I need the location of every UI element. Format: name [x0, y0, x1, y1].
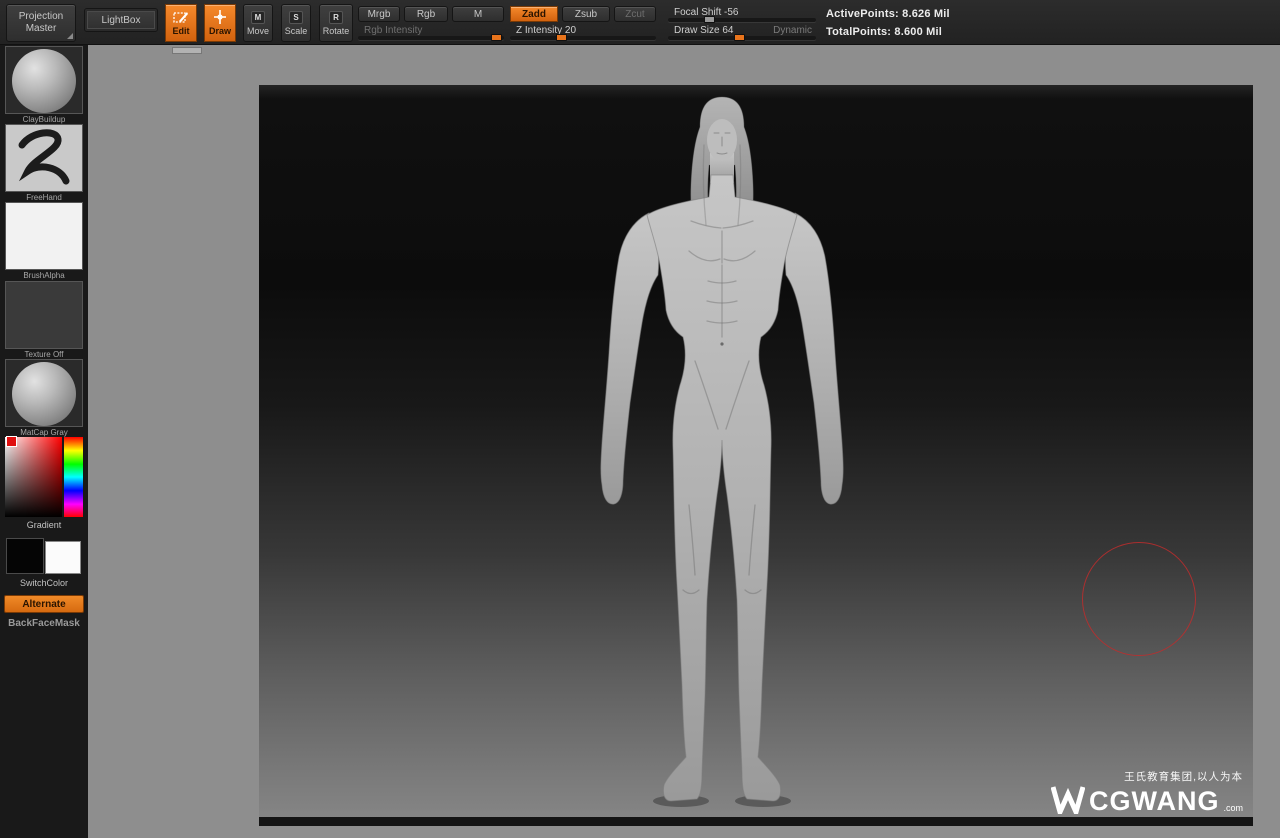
focal-shift-slider[interactable]: Focal Shift -56: [668, 6, 816, 23]
scale-icon: S: [289, 10, 303, 24]
rgb-intensity-track[interactable]: [358, 36, 504, 40]
projection-master-label-1: Projection: [18, 11, 64, 22]
m-button[interactable]: M: [452, 6, 504, 22]
scale-button[interactable]: S Scale: [281, 4, 311, 42]
texture-label: Texture Off: [24, 350, 64, 359]
rotate-icon: R: [329, 10, 343, 24]
move-label: Move: [246, 25, 269, 36]
projection-master-button[interactable]: Projection Master: [6, 4, 76, 42]
sculpted-figure: [600, 96, 844, 807]
m-label: M: [473, 8, 483, 20]
stroke-selector-freehand[interactable]: FreeHand: [5, 124, 83, 202]
total-points-readout: TotalPoints: 8.600 Mil: [826, 26, 943, 38]
color-picker[interactable]: [5, 436, 83, 517]
rgb-button[interactable]: Rgb: [404, 6, 448, 22]
draw-size-label: Draw Size 64: [674, 25, 734, 36]
brush-sphere-icon: [12, 49, 76, 113]
current-color-swatch: [6, 436, 17, 447]
material-selector-matcap-gray[interactable]: MatCap Gray: [5, 359, 83, 437]
draw-size-handle[interactable]: [734, 34, 745, 41]
corner-grip-icon: [67, 33, 73, 39]
watermark-brand: CGWANG: [1088, 786, 1220, 816]
projection-master-label-2: Master: [25, 23, 57, 34]
gradient-label: Gradient: [26, 520, 62, 530]
rgb-intensity-label: Rgb Intensity: [364, 25, 423, 36]
lightbox-label: LightBox: [101, 14, 141, 26]
alpha-thumbnail[interactable]: [5, 202, 83, 270]
draw-size-slider[interactable]: Draw Size 64 Dynamic: [668, 24, 816, 41]
texture-thumbnail[interactable]: [5, 281, 83, 349]
sculpt-canvas[interactable]: 王氏教育集团,以人为本 CGWANG .com: [259, 85, 1253, 826]
brush-selector-claybuildup[interactable]: ClayBuildup: [5, 46, 83, 124]
edit-icon: [173, 12, 188, 23]
edit-label: Edit: [172, 26, 190, 36]
zcut-button[interactable]: Zcut: [614, 6, 656, 22]
draw-button[interactable]: Draw: [204, 4, 236, 42]
rotate-button[interactable]: R Rotate: [319, 4, 353, 42]
main-color-swatch[interactable]: [6, 538, 44, 574]
move-icon: M: [251, 10, 265, 24]
z-intensity-track[interactable]: [510, 36, 656, 40]
workspace: 王氏教育集团,以人为本 CGWANG .com: [88, 45, 1280, 838]
rotate-label: Rotate: [322, 25, 350, 36]
stroke-thumbnail[interactable]: [5, 124, 83, 192]
zsub-button[interactable]: Zsub: [562, 6, 610, 22]
brush-thumbnail[interactable]: [5, 46, 83, 114]
material-thumbnail[interactable]: [5, 359, 83, 427]
focal-shift-track[interactable]: [668, 18, 816, 22]
dynamic-label: Dynamic: [773, 25, 812, 36]
rgb-label: Rgb: [416, 8, 436, 20]
cgwang-logo-icon: [1050, 786, 1085, 814]
stroke-curve-icon: [18, 129, 70, 185]
zsub-label: Zsub: [574, 8, 598, 20]
focal-shift-handle[interactable]: [704, 16, 715, 23]
lightbox-button[interactable]: LightBox: [84, 8, 158, 32]
watermark: 王氏教育集团,以人为本 CGWANG .com: [1050, 769, 1243, 816]
switchcolor-label: SwitchColor: [19, 578, 68, 588]
saturation-value-square[interactable]: [5, 437, 62, 517]
draw-label: Draw: [208, 26, 231, 36]
watermark-cn-text: 王氏教育集团,以人为本: [1124, 771, 1243, 783]
brush-cursor-circle: [1082, 542, 1196, 656]
edit-button[interactable]: Edit: [165, 4, 197, 42]
z-intensity-handle[interactable]: [556, 34, 567, 41]
texture-selector[interactable]: Texture Off: [5, 281, 83, 359]
active-points-readout: ActivePoints: 8.626 Mil: [826, 8, 950, 20]
z-intensity-slider[interactable]: Z Intensity 20: [510, 24, 656, 41]
rgb-intensity-slider[interactable]: Rgb Intensity: [358, 24, 504, 41]
top-shelf: Projection Master LightBox Edit Draw M M…: [0, 0, 1280, 45]
move-button[interactable]: M Move: [243, 4, 273, 42]
brush-label: ClayBuildup: [22, 115, 66, 124]
left-tray: ClayBuildup FreeHand BrushAlpha Texture …: [0, 45, 88, 838]
secondary-color-swatch[interactable]: [45, 541, 81, 574]
material-sphere-icon: [12, 362, 76, 426]
alternate-button[interactable]: Alternate: [4, 595, 84, 613]
alpha-selector[interactable]: BrushAlpha: [5, 202, 83, 280]
watermark-suffix: .com: [1223, 803, 1243, 813]
scale-label: Scale: [284, 25, 308, 36]
zadd-button[interactable]: Zadd: [510, 6, 558, 22]
draw-icon: [214, 10, 226, 24]
canvas-bottom-edge: [259, 817, 1253, 826]
rgb-intensity-handle[interactable]: [491, 34, 502, 41]
z-intensity-label: Z Intensity 20: [516, 25, 577, 36]
backfacemask-button[interactable]: BackFaceMask: [0, 618, 88, 629]
zadd-label: Zadd: [522, 8, 546, 20]
mrgb-button[interactable]: Mrgb: [358, 6, 400, 22]
canvas-divider-notch[interactable]: [172, 47, 202, 54]
alternate-label: Alternate: [22, 598, 66, 610]
hue-strip[interactable]: [64, 437, 83, 517]
mrgb-label: Mrgb: [367, 8, 391, 20]
stroke-label: FreeHand: [26, 193, 62, 202]
alpha-label: BrushAlpha: [23, 271, 65, 280]
zcut-label: Zcut: [625, 8, 645, 20]
